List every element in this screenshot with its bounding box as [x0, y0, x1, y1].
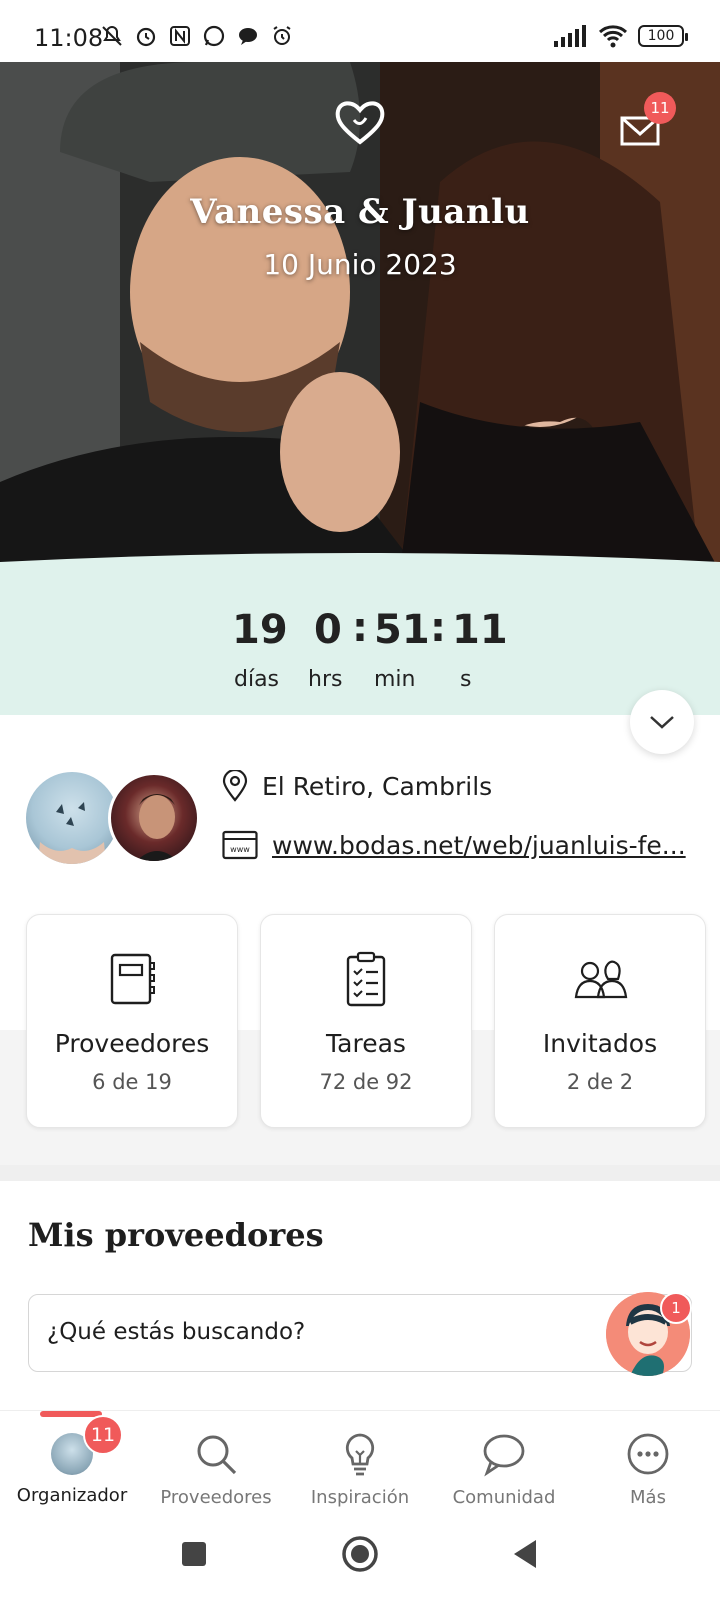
search-icon	[197, 1435, 237, 1475]
battery-level: 100	[647, 28, 675, 44]
countdown-days-label: días	[234, 667, 280, 692]
partner-avatar[interactable]	[108, 772, 200, 864]
card-tareas[interactable]: Tareas 72 de 92	[260, 914, 472, 1128]
countdown: 19 0 : 51 : 11 días hrs min s	[0, 562, 720, 715]
vendor-search-input[interactable]: ¿Qué estás buscando?	[28, 1294, 692, 1372]
notebook-icon	[110, 953, 155, 1005]
nav-label: Inspiración	[310, 1487, 410, 1508]
website-link[interactable]: www.bodas.net/web/juanluis-fe...	[272, 831, 686, 860]
more-dots-icon	[627, 1433, 669, 1475]
svg-text:www: www	[230, 845, 250, 854]
back-icon[interactable]	[506, 1534, 546, 1574]
countdown-minutes: 51	[374, 607, 430, 653]
section-title: Mis proveedores	[28, 1216, 324, 1254]
nav-organizador[interactable]: 11 Organizador	[2, 1415, 142, 1506]
heart-logo-icon	[335, 101, 385, 145]
butterflies-photo	[38, 802, 106, 864]
guests-icon	[574, 960, 628, 999]
status-bar: 11:08 100	[0, 0, 720, 62]
bottom-navigation: 11 Organizador Proveedores Inspiración C…	[0, 1410, 720, 1514]
card-proveedores[interactable]: Proveedores 6 de 19	[26, 914, 238, 1128]
search-placeholder: ¿Qué estás buscando?	[47, 1319, 306, 1345]
partner-avatar[interactable]	[26, 772, 118, 864]
chat-icon	[239, 28, 257, 45]
wifi-icon	[598, 25, 628, 48]
countdown-seconds-label: s	[460, 667, 472, 692]
location-row: El Retiro, Cambrils	[222, 770, 492, 802]
messages-button[interactable]: 11	[616, 92, 676, 158]
wedding-date: 10 Junio 2023	[263, 248, 457, 281]
alarm-icon	[136, 27, 156, 47]
countdown-minutes-label: min	[374, 667, 416, 692]
alarm-clock-icon	[273, 26, 291, 45]
nav-inspiracion[interactable]: Inspiración	[290, 1431, 430, 1508]
couple-name: Vanessa & Juanlu	[190, 192, 530, 232]
nav-label: Proveedores	[160, 1487, 272, 1508]
muted-icon	[102, 25, 122, 46]
messages-badge: 11	[644, 92, 676, 124]
nav-label: Organizador	[16, 1485, 128, 1506]
nav-label: Comunidad	[452, 1487, 556, 1508]
system-navigation-bar	[0, 1514, 720, 1600]
recents-icon[interactable]	[174, 1534, 214, 1574]
location-text: El Retiro, Cambrils	[262, 771, 493, 801]
nav-badge: 11	[83, 1415, 123, 1455]
countdown-days: 19	[232, 607, 288, 653]
card-progress: 72 de 92	[319, 1070, 413, 1094]
nav-proveedores[interactable]: Proveedores	[146, 1431, 286, 1508]
section-divider	[0, 1165, 720, 1181]
nav-mas[interactable]: Más	[578, 1431, 718, 1508]
expand-button[interactable]	[630, 690, 694, 754]
man-portrait-photo	[136, 794, 178, 861]
organizer-avatar: 11	[51, 1415, 123, 1475]
card-progress: 6 de 19	[92, 1070, 172, 1094]
countdown-wave	[0, 553, 720, 578]
signal-icon	[554, 25, 586, 47]
lightbulb-icon	[345, 1433, 375, 1476]
card-invitados[interactable]: Invitados 2 de 2	[494, 914, 706, 1128]
website-icon: www	[222, 830, 258, 860]
status-time: 11:08	[34, 24, 104, 52]
home-icon[interactable]	[340, 1534, 380, 1574]
couple-photo-header: 11 Vanessa & Juanlu 10 Junio 2023	[0, 62, 720, 572]
nav-label: Más	[630, 1487, 666, 1508]
active-tab-indicator	[40, 1411, 102, 1417]
assistant-badge: 1	[660, 1292, 692, 1324]
checklist-icon	[346, 951, 386, 1007]
card-title: Tareas	[326, 1029, 406, 1058]
website-row[interactable]: www www.bodas.net/web/juanluis-fe...	[222, 830, 686, 860]
countdown-separator: :	[430, 605, 446, 651]
status-system-icons: 100	[554, 24, 688, 48]
card-progress: 2 de 2	[566, 1070, 634, 1094]
whatsapp-icon	[203, 25, 225, 47]
chevron-down-icon	[650, 716, 674, 729]
countdown-hours-label: hrs	[308, 667, 343, 692]
status-notification-icons	[100, 24, 294, 48]
nfc-icon	[170, 26, 190, 46]
speech-bubble-icon	[483, 1434, 525, 1477]
battery-icon: 100	[638, 25, 688, 47]
countdown-seconds: 11	[452, 607, 508, 653]
location-pin-icon	[222, 770, 248, 802]
countdown-hours: 0	[314, 607, 342, 653]
nav-comunidad[interactable]: Comunidad	[434, 1431, 574, 1508]
card-title: Proveedores	[54, 1029, 210, 1058]
card-title: Invitados	[542, 1029, 658, 1058]
countdown-separator: :	[352, 605, 368, 651]
